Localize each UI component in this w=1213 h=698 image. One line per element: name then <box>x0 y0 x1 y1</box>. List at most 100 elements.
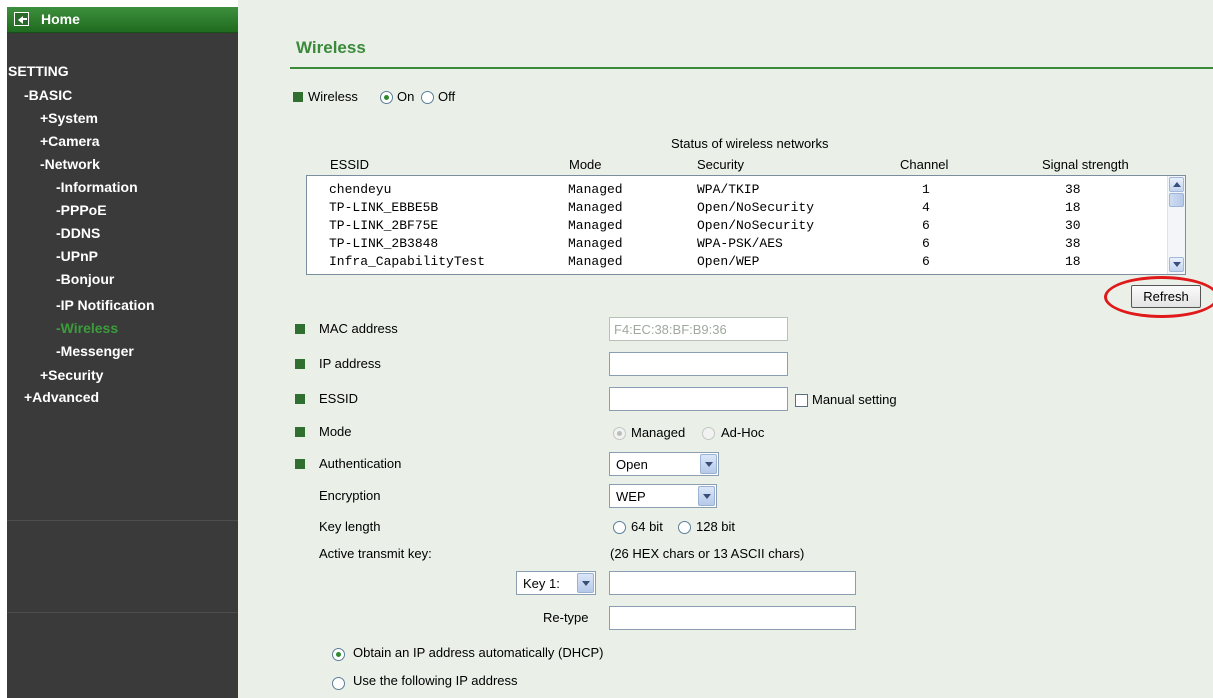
sidebar-item-bonjour[interactable]: -Bonjour <box>56 271 114 287</box>
mode-cell: Managed <box>568 200 623 215</box>
dhcp-label: Obtain an IP address automatically (DHCP… <box>353 645 604 660</box>
home-label: Home <box>41 11 80 27</box>
mode-adhoc-label: Ad-Hoc <box>721 425 765 440</box>
col-header-security: Security <box>697 157 744 172</box>
sidebar-item-messenger[interactable]: -Messenger <box>56 343 134 359</box>
networks-list[interactable]: chendeyu Managed WPA/TKIP 1 38 TP-LINK_E… <box>306 175 1186 275</box>
mac-address-field <box>609 317 788 341</box>
sidebar-divider <box>7 520 238 521</box>
channel-cell: 6 <box>922 218 930 233</box>
manual-setting-label: Manual setting <box>812 392 897 407</box>
key-index-select[interactable]: Key 1: <box>516 571 596 595</box>
encryption-value: WEP <box>616 489 646 504</box>
mac-label: MAC address <box>319 321 398 336</box>
ip-label: IP address <box>319 356 381 371</box>
static-ip-radio[interactable] <box>332 677 345 690</box>
manual-setting-checkbox[interactable] <box>795 394 808 407</box>
chevron-down-icon <box>577 573 594 593</box>
signal-cell: 38 <box>1065 182 1081 197</box>
essid-cell: Infra_CapabilityTest <box>329 254 486 269</box>
sidebar-item-pppoe[interactable]: -PPPoE <box>56 202 107 218</box>
title-divider <box>290 67 1213 69</box>
mode-cell: Managed <box>568 182 623 197</box>
bullet-square-icon <box>295 394 305 404</box>
channel-cell: 1 <box>922 182 930 197</box>
wep-key-field[interactable] <box>609 571 856 595</box>
authentication-label: Authentication <box>319 456 402 471</box>
scroll-down-icon[interactable] <box>1169 257 1184 272</box>
sidebar-item-network[interactable]: -Network <box>40 156 100 172</box>
mode-managed-label: Managed <box>631 425 686 440</box>
sidebar: Home SETTING -BASIC +System +Camera -Net… <box>7 7 238 698</box>
sidebar-item-system[interactable]: +System <box>40 110 98 126</box>
sidebar-item-upnp[interactable]: -UPnP <box>56 248 98 264</box>
scroll-thumb[interactable] <box>1169 193 1184 207</box>
mode-managed-radio <box>613 427 626 440</box>
col-header-signal: Signal strength <box>1042 157 1129 172</box>
list-item[interactable]: TP-LINK_EBBE5B Managed Open/NoSecurity 4… <box>307 200 1167 218</box>
col-header-mode: Mode <box>569 157 602 172</box>
sidebar-item-basic[interactable]: -BASIC <box>24 87 72 103</box>
channel-cell: 6 <box>922 236 930 251</box>
highlight-annotation <box>1104 276 1213 318</box>
wep-key-retype-field[interactable] <box>609 606 856 630</box>
main-content: Wireless Wireless On Off Status of wirel… <box>238 0 1213 698</box>
essid-cell: TP-LINK_2B3848 <box>329 236 439 251</box>
dhcp-radio[interactable] <box>332 648 345 661</box>
essid-field[interactable] <box>609 387 788 411</box>
wireless-on-label: On <box>397 89 415 104</box>
ip-address-field[interactable] <box>609 352 788 376</box>
scroll-up-icon[interactable] <box>1169 177 1184 192</box>
signal-cell: 18 <box>1065 254 1081 269</box>
list-item[interactable]: TP-LINK_2BF75E Managed Open/NoSecurity 6… <box>307 218 1167 236</box>
channel-cell: 6 <box>922 254 930 269</box>
essid-cell: chendeyu <box>329 182 392 197</box>
authentication-select[interactable]: Open <box>609 452 719 476</box>
list-item[interactable]: TP-LINK_2B3848 Managed WPA-PSK/AES 6 38 <box>307 236 1167 254</box>
back-arrow-icon <box>14 12 29 26</box>
sidebar-item-advanced[interactable]: +Advanced <box>24 389 99 405</box>
sidebar-item-security[interactable]: +Security <box>40 367 103 383</box>
list-item[interactable]: Infra_CapabilityTest Managed Open/WEP 6 … <box>307 254 1167 272</box>
encryption-select[interactable]: WEP <box>609 484 717 508</box>
mode-cell: Managed <box>568 218 623 233</box>
sidebar-setting-heading: SETTING <box>8 63 69 79</box>
security-cell: WPA-PSK/AES <box>697 236 783 251</box>
key-64bit-radio[interactable] <box>613 521 626 534</box>
col-header-channel: Channel <box>900 157 949 172</box>
security-cell: WPA/TKIP <box>697 182 760 197</box>
authentication-value: Open <box>616 457 648 472</box>
sidebar-item-wireless[interactable]: -Wireless <box>56 320 118 336</box>
wireless-off-label: Off <box>438 89 456 104</box>
sidebar-item-information[interactable]: -Information <box>56 179 138 195</box>
bullet-square-icon <box>295 459 305 469</box>
mode-adhoc-radio <box>702 427 715 440</box>
encryption-label: Encryption <box>319 488 381 503</box>
sidebar-item-ddns[interactable]: -DDNS <box>56 225 100 241</box>
list-scrollbar[interactable] <box>1167 176 1185 274</box>
mode-cell: Managed <box>568 236 623 251</box>
sidebar-item-camera[interactable]: +Camera <box>40 133 100 149</box>
wireless-label: Wireless <box>308 89 358 104</box>
sidebar-divider <box>7 612 238 613</box>
key-128bit-label: 128 bit <box>696 519 736 534</box>
security-cell: Open/NoSecurity <box>697 200 815 215</box>
security-cell: Open/NoSecurity <box>697 218 815 233</box>
active-key-label: Active transmit key: <box>319 546 432 561</box>
list-item[interactable]: chendeyu Managed WPA/TKIP 1 38 <box>307 182 1167 200</box>
key-hint: (26 HEX chars or 13 ASCII chars) <box>610 546 805 561</box>
page-title: Wireless <box>296 38 366 57</box>
home-link[interactable]: Home <box>7 7 238 33</box>
essid-cell: TP-LINK_2BF75E <box>329 218 439 233</box>
security-cell: Open/WEP <box>697 254 760 269</box>
key-64bit-label: 64 bit <box>631 519 663 534</box>
static-ip-label: Use the following IP address <box>353 673 518 688</box>
mode-label: Mode <box>319 424 352 439</box>
retype-label: Re-type <box>543 610 589 625</box>
key-index-value: Key 1: <box>523 576 560 591</box>
col-header-essid: ESSID <box>330 157 370 172</box>
wireless-off-radio[interactable] <box>421 91 434 104</box>
sidebar-item-ip-notification[interactable]: -IP Notification <box>56 297 155 313</box>
key-128bit-radio[interactable] <box>678 521 691 534</box>
wireless-on-radio[interactable] <box>380 91 393 104</box>
